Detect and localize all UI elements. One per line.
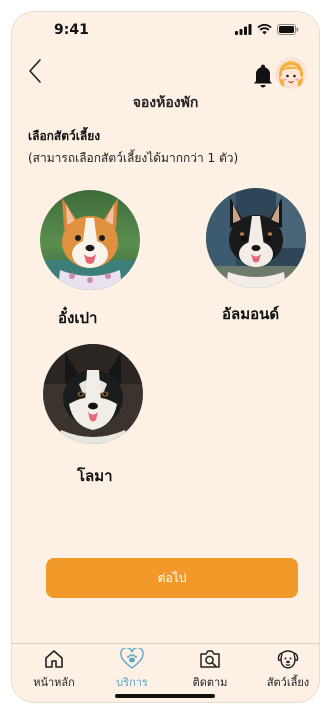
pet-card-2[interactable]: อัลมอนด์ xyxy=(206,188,306,323)
tab-pets-label: สัตว์เลี้ยง xyxy=(266,676,310,689)
home-indicator xyxy=(115,694,215,698)
corgi-photo xyxy=(40,190,140,290)
user-avatar[interactable] xyxy=(275,57,307,89)
status-time: 9:41 xyxy=(54,22,89,38)
section-title: เลือกสัตว์เลี้ยง xyxy=(28,129,101,143)
page-title: จองห้องพัก xyxy=(132,95,199,111)
notification-button[interactable] xyxy=(252,64,274,88)
status-icons xyxy=(235,24,299,35)
phone-screen: 9:41 จองห้องพัก เลือกสัตว์เลี้ยง (สามารถ… xyxy=(12,12,319,702)
home-icon xyxy=(45,650,63,668)
continue-button[interactable]: ต่อไป xyxy=(46,558,298,598)
black-corgi-photo xyxy=(206,188,306,288)
camera-search-icon xyxy=(200,650,220,668)
tab-track[interactable]: ติดตาม xyxy=(175,648,245,691)
pet-name-2: อัลมอนด์ xyxy=(222,305,280,323)
back-button[interactable] xyxy=(24,56,48,86)
tab-services[interactable]: บริการ xyxy=(97,648,167,691)
pet-name-1: อั๋งเปา xyxy=(58,309,98,327)
dog-face-icon xyxy=(277,650,299,669)
section-subtitle: (สามารถเลือกสัตว์เลี้ยงได้มากกว่า 1 ตัว) xyxy=(28,151,239,165)
tab-track-label: ติดตาม xyxy=(192,676,228,689)
avatar-icon xyxy=(275,57,307,89)
tab-pets[interactable]: สัตว์เลี้ยง xyxy=(253,648,319,691)
signal-icon xyxy=(235,24,252,35)
paw-heart-icon xyxy=(120,648,144,669)
bell-icon xyxy=(254,64,272,88)
pet-photo-2 xyxy=(206,188,306,288)
status-bar: 9:41 xyxy=(12,12,319,52)
chevron-left-icon xyxy=(29,59,41,83)
tab-home[interactable]: หน้าหลัก xyxy=(19,648,89,691)
tab-home-label: หน้าหลัก xyxy=(33,676,75,689)
husky-photo xyxy=(43,344,143,444)
pet-card-3[interactable]: โลมา xyxy=(43,344,143,485)
pet-photo-1 xyxy=(40,190,140,290)
battery-icon xyxy=(277,24,299,35)
pet-name-3: โลมา xyxy=(77,467,113,485)
pet-photo-3 xyxy=(43,344,143,444)
tab-services-label: บริการ xyxy=(116,676,148,689)
wifi-icon xyxy=(257,24,272,35)
pet-card-1[interactable]: อั๋งเปา xyxy=(40,190,140,327)
